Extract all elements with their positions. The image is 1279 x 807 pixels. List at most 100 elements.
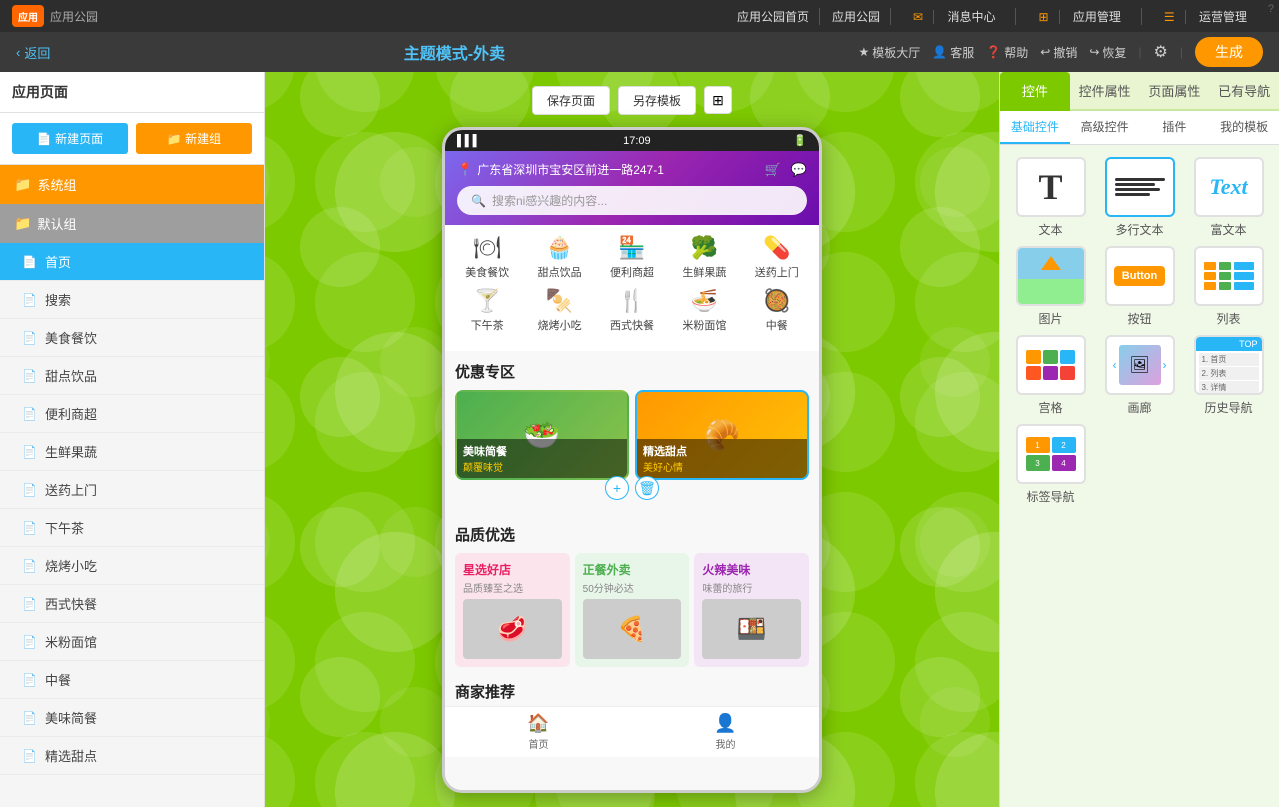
category-item-7[interactable]: 🍴 西式快餐 (602, 288, 662, 333)
widget-tags[interactable]: 1 2 3 4 标签导航 (1010, 424, 1091, 505)
category-item-2[interactable]: 🏪 便利商超 (602, 235, 662, 280)
phone-mockup: ▌▌▌ 17:09 🔋 📍 广东省深圳市宝安区前进一路247-1 🛒 💬 (442, 127, 822, 793)
tab-widget-props[interactable]: 控件属性 (1070, 72, 1140, 111)
widget-multitext[interactable]: ? 多行文本 (1099, 157, 1180, 238)
phone-search-bar[interactable]: 🔍 搜索ni感兴趣的内容... (457, 186, 807, 215)
message-icon[interactable]: 💬 (791, 162, 807, 178)
save-as-template-button[interactable]: 另存模板 (618, 86, 696, 115)
category-item-5[interactable]: 🍸 下午茶 (457, 288, 517, 333)
category-item-8[interactable]: 🍜 米粉面馆 (674, 288, 734, 333)
page-icon-medicine: 📄 (22, 483, 37, 497)
promo-card-1[interactable]: 🥐 精选甜点 美好心情 (635, 390, 809, 480)
promo-card-overlay-1: 精选甜点 美好心情 (637, 439, 807, 478)
phone-category-section: 🍽 美食餐饮 🧁 甜点饮品 🏪 便利商超 🥦 (445, 225, 819, 351)
promo-card-0[interactable]: 🥗 美味简餐 颠覆味觉 (455, 390, 629, 480)
category-row-1: 🍽 美食餐饮 🧁 甜点饮品 🏪 便利商超 🥦 (451, 235, 813, 280)
sidebar-item-search[interactable]: 📄 搜索 (0, 281, 264, 319)
sidebar-item-dessert[interactable]: 📄 甜点饮品 (0, 357, 264, 395)
page-icon-home: 📄 (22, 255, 37, 269)
save-page-button[interactable]: 保存页面 (532, 86, 610, 115)
top-link-ops[interactable]: ☰ 运营管理 (1144, 8, 1267, 25)
shop-icon[interactable]: 🛒 (765, 162, 781, 178)
subtab-basic[interactable]: 基础控件 (1000, 111, 1070, 144)
category-item-0[interactable]: 🍽 美食餐饮 (457, 235, 517, 280)
tab-nav[interactable]: 已有导航 (1209, 72, 1279, 111)
template-hall-btn[interactable]: ★ 模板大厅 (859, 44, 921, 61)
canvas-settings-button[interactable]: ⊞ (704, 86, 732, 114)
phone-content[interactable]: 📍 广东省深圳市宝安区前进一路247-1 🛒 💬 🔍 搜索ni感兴趣的内容... (445, 151, 819, 790)
phone-nav-profile[interactable]: 👤 我的 (714, 713, 736, 751)
sidebar-item-bbq[interactable]: 📄 烧烤小吃 (0, 547, 264, 585)
top-link-home[interactable]: 应用公园首页 (727, 8, 820, 25)
location-icon: 📍 (457, 162, 473, 178)
category-item-6[interactable]: 🍢 烧烤小吃 (530, 288, 590, 333)
sidebar-group-system[interactable]: 📁 系统组 (0, 165, 264, 204)
widget-richtext[interactable]: Text 富文本 (1188, 157, 1269, 238)
promo-add-button[interactable]: + (605, 476, 629, 500)
category-item-9[interactable]: 🥘 中餐 (747, 288, 807, 333)
widget-image[interactable]: 图片 (1010, 246, 1091, 327)
promo-delete-button[interactable]: 🗑 (635, 476, 659, 500)
page-icon-fresh: 📄 (22, 445, 37, 459)
page-title: 主题模式-外卖 (66, 40, 842, 64)
main-layout: 应用页面 📄 新建页面 📁 新建组 📁 系统组 📁 默认组 📄 首页 📄 搜索 (0, 72, 1279, 807)
sidebar-item-home[interactable]: 📄 首页 (0, 243, 264, 281)
sidebar-item-convenience[interactable]: 📄 便利商超 (0, 395, 264, 433)
quality-card-2[interactable]: 火辣美味 味蕾的旅行 🍱 (694, 553, 809, 667)
widget-gallery-icon-box: ‹ 🖼 › (1105, 335, 1175, 395)
back-button[interactable]: ‹ 返回 (16, 43, 50, 62)
top-link-manage[interactable]: ⊞ 应用管理 (1018, 8, 1141, 25)
settings-icon: ⊞ (712, 92, 724, 109)
widget-grid-icon-box (1016, 335, 1086, 395)
sidebar-item-chinese[interactable]: 📄 中餐 (0, 661, 264, 699)
sidebar-item-sweet[interactable]: 📄 精选甜点 (0, 737, 264, 775)
widget-list[interactable]: 列表 (1188, 246, 1269, 327)
subtab-plugin[interactable]: 插件 (1140, 111, 1210, 144)
subtab-mytemplate[interactable]: 我的模板 (1209, 111, 1279, 144)
widget-button[interactable]: Button 按钮 (1099, 246, 1180, 327)
top-link-msg[interactable]: ✉ 消息中心 (893, 8, 1016, 25)
help-icon: ❓ (986, 45, 1001, 59)
category-item-1[interactable]: 🧁 甜点饮品 (530, 235, 590, 280)
category-item-4[interactable]: 💊 送药上门 (747, 235, 807, 280)
tab-widgets[interactable]: 控件 (1000, 72, 1070, 111)
sidebar-item-medicine[interactable]: 📄 送药上门 (0, 471, 264, 509)
subtab-advanced[interactable]: 高级控件 (1070, 111, 1140, 144)
new-page-button[interactable]: 📄 新建页面 (12, 123, 128, 154)
help-btn[interactable]: ❓ 帮助 (986, 44, 1028, 61)
category-item-3[interactable]: 🥦 生鲜果蔬 (674, 235, 734, 280)
widget-gallery[interactable]: ‹ 🖼 › 画廊 (1099, 335, 1180, 416)
page-icon-dessert: 📄 (22, 369, 37, 383)
sidebar-group-default[interactable]: 📁 默认组 (0, 204, 264, 243)
generate-button[interactable]: 生成 (1195, 37, 1263, 67)
sidebar-item-western[interactable]: 📄 西式快餐 (0, 585, 264, 623)
toolbar-divider2: | (1180, 45, 1183, 59)
sidebar-item-simple-meal[interactable]: 📄 美味简餐 (0, 699, 264, 737)
new-group-button[interactable]: 📁 新建组 (136, 123, 252, 154)
category-row-2: 🍸 下午茶 🍢 烧烤小吃 🍴 西式快餐 🍜 (451, 288, 813, 333)
widget-grid[interactable]: 宫格 (1010, 335, 1091, 416)
phone-nav-home[interactable]: 🏠 首页 (527, 713, 549, 751)
sidebar-item-tea[interactable]: 📄 下午茶 (0, 509, 264, 547)
sidebar-item-food[interactable]: 📄 美食餐饮 (0, 319, 264, 357)
header-action-icons: 🛒 💬 (765, 162, 807, 178)
widget-history[interactable]: TOP 1. 首页 2. 列表 3. 详情 历史导航 (1188, 335, 1269, 416)
redo-btn[interactable]: ↪ 恢复 (1089, 44, 1126, 61)
quality-card-1[interactable]: 正餐外卖 50分钟必达 🍕 (575, 553, 690, 667)
customer-service-btn[interactable]: 👤 客服 (932, 44, 974, 61)
undo-btn[interactable]: ↩ 撤销 (1040, 44, 1077, 61)
right-panel: 控件 控件属性 页面属性 已有导航 基础控件 高级控件 插件 我的模板 T 文本 (999, 72, 1279, 807)
quality-card-0[interactable]: 星选好店 品质臻至之选 🥩 (455, 553, 570, 667)
page-icon-simple-meal: 📄 (22, 711, 37, 725)
page-icon-western: 📄 (22, 597, 37, 611)
widget-text[interactable]: T 文本 (1010, 157, 1091, 238)
quality-title: 品质优选 (455, 524, 809, 545)
tab-page-props[interactable]: 页面属性 (1140, 72, 1210, 111)
page-icon-chinese: 📄 (22, 673, 37, 687)
sidebar-item-fresh[interactable]: 📄 生鲜果蔬 (0, 433, 264, 471)
cat-icon-5: 🍸 (473, 288, 500, 314)
gallery-icon: ‹ 🖼 › (1109, 341, 1171, 389)
top-link-app[interactable]: 应用公园 (822, 8, 891, 25)
settings-button[interactable]: ⚙ (1154, 42, 1168, 62)
sidebar-item-noodle[interactable]: 📄 米粉面馆 (0, 623, 264, 661)
